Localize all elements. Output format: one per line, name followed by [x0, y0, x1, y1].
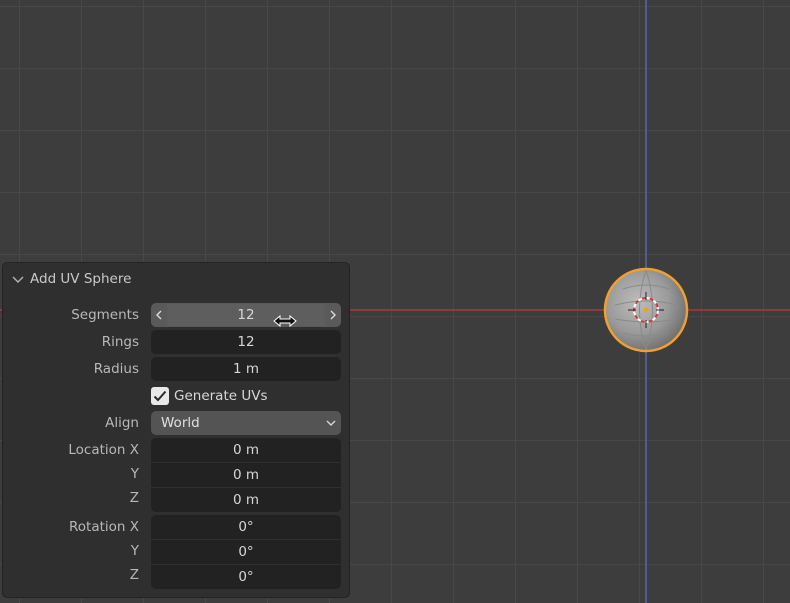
chevron-right-icon[interactable] [325, 303, 341, 327]
location-x-field[interactable]: 0 m [151, 438, 341, 462]
location-group: 0 m 0 m 0 m [151, 438, 341, 512]
add-uv-sphere-operator-panel: Add UV Sphere Segments 12 Rings 12 Radiu… [2, 262, 350, 598]
align-dropdown[interactable]: World [151, 411, 341, 435]
location-y-field[interactable]: 0 m [151, 462, 341, 487]
chevron-down-icon [12, 276, 24, 283]
radius-field[interactable]: 1 m [151, 357, 341, 381]
checkmark-icon [153, 390, 167, 402]
generate-uvs-row: Generate UVs [3, 384, 349, 408]
generate-uvs-checkbox[interactable]: Generate UVs [151, 384, 268, 408]
location-z-label: Z [129, 490, 139, 506]
rings-label: Rings [101, 334, 139, 350]
panel-header[interactable]: Add UV Sphere [11, 269, 131, 289]
checkbox-box[interactable] [151, 387, 169, 405]
radius-label: Radius [93, 361, 139, 377]
segments-value: 12 [167, 304, 325, 326]
rings-row: Rings 12 [3, 330, 349, 354]
rotation-z-label: Z [129, 567, 139, 583]
rotation-x-field[interactable]: 0° [151, 515, 341, 539]
rotation-y-label: Y [130, 543, 139, 559]
rings-field[interactable]: 12 [151, 330, 341, 354]
location-z-field[interactable]: 0 m [151, 487, 341, 512]
panel-title: Add UV Sphere [30, 271, 132, 287]
segments-field[interactable]: 12 [151, 303, 341, 327]
segments-label: Segments [71, 307, 139, 323]
rotation-y-field[interactable]: 0° [151, 539, 341, 564]
location-y-label: Y [130, 466, 139, 482]
resize-horizontal-cursor-icon [273, 314, 297, 328]
uv-sphere-object[interactable] [603, 267, 689, 353]
dropdown-arrow-icon [326, 420, 336, 426]
rotation-z-field[interactable]: 0° [151, 564, 341, 589]
rotation-x-label: Rotation X [69, 519, 139, 535]
chevron-left-icon[interactable] [151, 303, 167, 327]
align-label: Align [105, 415, 139, 431]
location-x-label: Location X [68, 442, 139, 458]
rotation-group: 0° 0° 0° [151, 515, 341, 589]
align-value: World [161, 415, 200, 431]
radius-row: Radius 1 m [3, 357, 349, 381]
generate-uvs-label: Generate UVs [174, 388, 268, 404]
align-row: Align World [3, 411, 349, 435]
